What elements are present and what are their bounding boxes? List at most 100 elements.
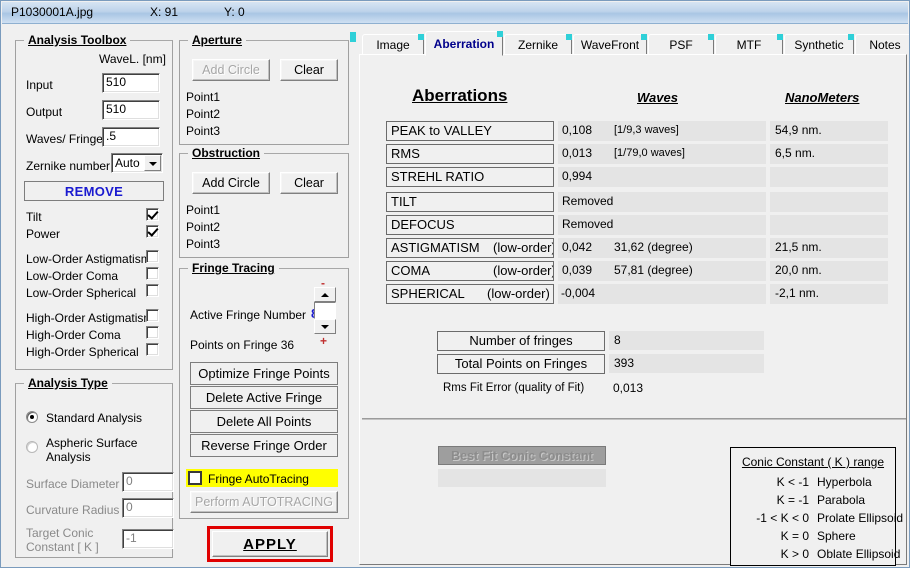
aberrations-heading: Aberrations <box>412 86 508 105</box>
checkbox-low-order-astigmatism[interactable] <box>146 250 159 263</box>
input-wavelength-field[interactable]: 510 <box>102 73 160 93</box>
row-waves-strehl-ratio: 0,994 <box>558 167 766 187</box>
fringe-tracing-group: Fringe Tracing Active Fringe Number 8 - … <box>179 261 349 519</box>
total-points-on-fringes-value: 393 <box>609 354 764 373</box>
points-on-fringe-label: Points on Fringe 36 <box>190 338 295 352</box>
checkbox-tilt[interactable] <box>146 208 159 221</box>
input-label: Input <box>26 78 53 92</box>
conic-shape-2: Parabola <box>817 493 866 507</box>
row-nm-spherical: -2,1 nm. <box>770 284 888 304</box>
total-points-on-fringes-label: Total Points on Fringes <box>437 354 605 374</box>
row-waves-spherical: -0,004 <box>558 284 766 304</box>
row-waves-extra-peak-to-valley: [1/9,3 waves] <box>614 124 679 136</box>
surface-diameter-field[interactable]: 0 <box>122 472 174 492</box>
row-label-astigmatism-name: ASTIGMATISM <box>391 240 480 255</box>
tab-image-label: Image <box>376 37 410 52</box>
aperture-point-1[interactable]: Point1 <box>186 91 220 104</box>
best-fit-conic-constant-value <box>438 469 606 487</box>
zernike-number-combo[interactable]: Auto <box>111 153 163 173</box>
checkbox-high-order-spherical[interactable] <box>146 343 159 356</box>
row-waves-value-astigmatism: 0,042 <box>562 240 593 254</box>
tab-corner-icon <box>848 34 854 40</box>
row-nm-astigmatism: 21,5 nm. <box>770 238 888 258</box>
fringe-number-spinner[interactable] <box>314 287 336 334</box>
row-label-astigmatism-suffix: (low-order) <box>493 240 554 255</box>
row-waves-extra-coma: 57,81 (degree) <box>614 263 693 277</box>
tab-synthetic[interactable]: Synthetic <box>784 34 854 55</box>
aperture-clear-button[interactable]: Clear <box>280 59 338 81</box>
panel-divider <box>362 418 906 420</box>
plus-icon[interactable]: + <box>320 335 327 347</box>
tab-corner-icon <box>497 31 503 37</box>
radio-label-aspheric-line1: Aspheric Surface <box>46 436 138 450</box>
obstruction-group: Obstruction Add Circle Clear Point1 Poin… <box>179 146 349 258</box>
obstruction-point-3[interactable]: Point3 <box>186 238 220 251</box>
number-of-fringes-value: 8 <box>609 331 764 350</box>
aperture-point-3[interactable]: Point3 <box>186 125 220 138</box>
spinner-up-icon[interactable] <box>314 287 336 302</box>
checkbox-label-high-order-astigmatism: High-Order Astigmatism <box>26 311 154 325</box>
chevron-down-icon[interactable] <box>144 155 161 171</box>
obstruction-add-circle-button[interactable]: Add Circle <box>192 172 270 194</box>
fringe-tracing-title: Fringe Tracing <box>188 261 279 275</box>
checkbox-high-order-astigmatism[interactable] <box>146 309 159 322</box>
remove-button[interactable]: REMOVE <box>24 181 164 201</box>
target-conic-constant-field[interactable]: -1 <box>122 529 174 549</box>
curvature-radius-field[interactable]: 0 <box>122 498 174 518</box>
output-wavelength-field[interactable]: 510 <box>102 100 160 120</box>
apply-button[interactable]: APPLY <box>212 531 328 557</box>
application-window: P1030001A.jpg X: 91 Y: 0 Analysis Toolbo… <box>0 0 910 568</box>
checkbox-fringe-autotracing[interactable] <box>188 471 202 485</box>
radio-standard-analysis[interactable] <box>26 411 38 423</box>
row-nm-coma: 20,0 nm. <box>770 261 888 281</box>
optimize-fringe-points-button[interactable]: Optimize Fringe Points <box>190 362 338 385</box>
conic-k-4: K = 0 <box>780 529 809 543</box>
row-waves-defocus: Removed <box>558 215 766 235</box>
waves-per-fringe-label: Waves/ Fringe <box>26 132 103 146</box>
checkbox-power[interactable] <box>146 225 159 238</box>
row-waves-value-defocus: Removed <box>562 217 614 231</box>
tab-corner-icon <box>641 34 647 40</box>
tab-aberration-label: Aberration <box>433 36 495 51</box>
rms-fit-error-value: 0,013 <box>613 381 644 395</box>
rms-fit-error-label: Rms Fit Error (quality of Fit) <box>443 382 585 394</box>
tab-corner-icon <box>777 34 783 40</box>
obstruction-point-2[interactable]: Point2 <box>186 221 220 234</box>
tab-notes[interactable]: Notes <box>855 34 909 55</box>
aperture-add-circle-button[interactable]: Add Circle <box>192 59 270 81</box>
edge-marker-icon <box>350 32 356 42</box>
obstruction-point-1[interactable]: Point1 <box>186 204 220 217</box>
spinner-down-icon[interactable] <box>314 319 336 334</box>
aperture-point-2[interactable]: Point2 <box>186 108 220 121</box>
delete-all-points-button[interactable]: Delete All Points <box>190 410 338 433</box>
tab-psf-label: PSF <box>669 37 693 52</box>
tab-aberration[interactable]: Aberration <box>425 31 503 56</box>
tab-psf[interactable]: PSF <box>648 34 714 55</box>
row-nm-strehl-ratio <box>770 167 888 187</box>
tab-mtf[interactable]: MTF <box>715 34 783 55</box>
active-fringe-number-label: Active Fringe Number <box>190 308 307 322</box>
tab-image[interactable]: Image <box>362 34 424 55</box>
checkbox-high-order-coma[interactable] <box>146 326 159 339</box>
tab-host: Image Aberration Zernike WaveFront PSF M… <box>359 31 909 566</box>
best-fit-conic-constant-button[interactable]: Best Fit Conic Constant <box>438 446 606 465</box>
row-waves-value-rms: 0,013 <box>562 146 593 160</box>
checkbox-low-order-spherical[interactable] <box>146 284 159 297</box>
reverse-fringe-order-button[interactable]: Reverse Fringe Order <box>190 434 338 457</box>
waves-per-fringe-field[interactable]: .5 <box>102 127 160 147</box>
tab-zernike[interactable]: Zernike <box>504 34 572 55</box>
cursor-y-readout: Y: 0 <box>224 5 245 19</box>
tab-zernike-label: Zernike <box>517 37 558 52</box>
checkbox-label-tilt: Tilt <box>26 210 42 224</box>
radio-aspheric-surface-analysis[interactable] <box>26 441 38 453</box>
obstruction-clear-button[interactable]: Clear <box>280 172 338 194</box>
output-label: Output <box>26 105 63 119</box>
tab-strip: Image Aberration Zernike WaveFront PSF M… <box>359 31 909 56</box>
conic-shape-5: Oblate Ellipsoid <box>817 547 901 561</box>
tab-wavefront[interactable]: WaveFront <box>573 34 647 55</box>
perform-autotracing-button[interactable]: Perform AUTOTRACING <box>190 491 338 513</box>
checkbox-label-low-order-coma: Low-Order Coma <box>26 269 119 283</box>
delete-active-fringe-button[interactable]: Delete Active Fringe <box>190 386 338 409</box>
checkbox-low-order-coma[interactable] <box>146 267 159 280</box>
apply-button-frame: APPLY <box>207 526 333 562</box>
